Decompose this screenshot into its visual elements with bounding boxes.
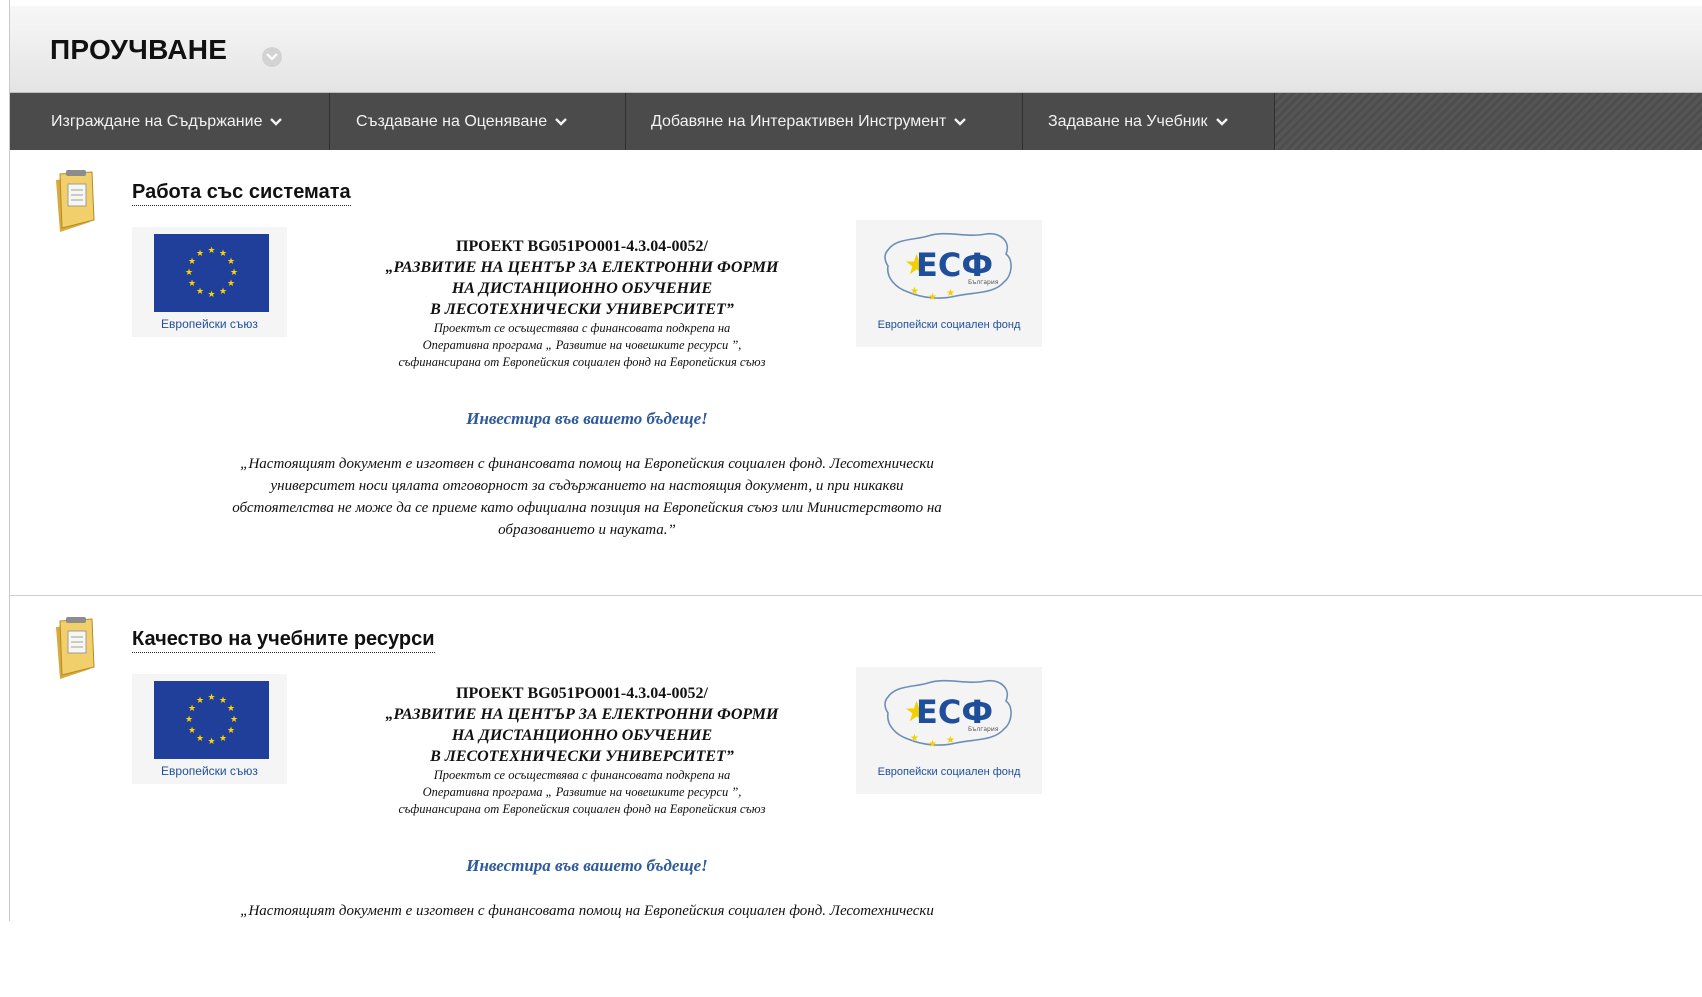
svg-text:★: ★	[196, 734, 204, 744]
chevron-down-icon	[1215, 113, 1228, 131]
create-assessment-menu[interactable]: Създаване на Оценяване	[330, 93, 626, 150]
project-code: ПРОЕКТ BG051PO001-4.3.04-0052/	[456, 685, 708, 702]
svg-text:★: ★	[188, 257, 196, 267]
svg-text:★: ★	[227, 279, 235, 289]
add-interactive-tool-menu[interactable]: Добавяне на Интерактивен Инструмент	[626, 93, 1023, 150]
svg-text:★: ★	[219, 287, 227, 297]
esf-label: Европейски социален фонд	[877, 766, 1021, 778]
svg-text:★: ★	[219, 696, 227, 706]
svg-text:★: ★	[910, 733, 919, 744]
disclaimer-line: обстоятелства не може да се приеме като …	[232, 500, 942, 516]
svg-text:★: ★	[910, 286, 919, 297]
svg-text:★: ★	[185, 715, 193, 725]
create-assessment-label: Създаване на Оценяване	[356, 112, 548, 130]
esf-logo: ★ ЕСФ България ★ ★ ★ Европейски социален…	[856, 220, 1042, 347]
support-line: Проектът се осъществява с финансовата по…	[433, 768, 731, 782]
svg-text:★: ★	[188, 704, 196, 714]
support-line: Проектът се осъществява с финансовата по…	[433, 321, 731, 335]
disclaimer-line: образованието и науката.”	[498, 522, 676, 538]
eu-label: Европейски съюз	[161, 317, 258, 331]
svg-text:★: ★	[185, 268, 193, 278]
disclaimer-line: университет носи цялата отговорност за с…	[270, 478, 904, 494]
page-title: ПРОУЧВАНЕ	[50, 34, 228, 65]
svg-text:★: ★	[207, 693, 215, 703]
project-name-line: „РАЗВИТИЕ НА ЦЕНТЪР ЗА ЕЛЕКТРОННИ ФОРМИ	[385, 259, 779, 276]
svg-text:★: ★	[188, 726, 196, 736]
disclaimer-line: „Настоящият документ е изготвен с финанс…	[240, 903, 934, 919]
folder-icon	[52, 170, 98, 236]
chevron-down-icon	[270, 113, 283, 131]
chevron-down-icon	[954, 113, 967, 131]
svg-text:★: ★	[196, 696, 204, 706]
build-content-label: Изграждане на Съдържание	[51, 112, 263, 130]
support-line: съфинансирана от Европейския социален фо…	[398, 802, 766, 816]
svg-text:★: ★	[946, 288, 955, 299]
esf-country: България	[968, 726, 999, 733]
content-item: Работа със системата ★ ★ ★ ★ ★ ★ ★ ★ ★ ★ ★ ★ Евр…	[10, 150, 1702, 596]
esf-map-icon: ★ ЕСФ България ★ ★ ★	[884, 232, 1012, 303]
action-bar: Изграждане на Съдържание Създаване на Оц…	[10, 93, 1702, 150]
item-title-link[interactable]: Работа със системата	[132, 181, 351, 206]
svg-text:★: ★	[230, 268, 238, 278]
support-line: Оперативна програма „ Развитие на човешк…	[422, 338, 742, 352]
svg-text:★: ★	[188, 279, 196, 289]
item-title-link[interactable]: Качество на учебните ресурси	[132, 628, 435, 653]
project-flyer: ★ ★ ★ ★ ★ ★ ★ ★ ★ ★ ★ ★ Европейски съюз ПРОЕКТ B…	[132, 667, 1042, 997]
svg-text:★: ★	[227, 704, 235, 714]
svg-text:★: ★	[207, 246, 215, 256]
disclaimer-text: „Настоящият документ е изготвен с финанс…	[132, 453, 1042, 541]
svg-text:★: ★	[219, 734, 227, 744]
disclaimer-line: „Настоящият документ е изготвен с финанс…	[240, 456, 934, 472]
svg-text:★: ★	[196, 287, 204, 297]
project-name-line: В ЛЕСОТЕХНИЧЕСКИ УНИВЕРСИТЕТ”	[430, 748, 734, 765]
esf-label: Европейски социален фонд	[877, 319, 1021, 331]
invest-slogan: Инвестира във вашето бъдеще!	[466, 409, 708, 428]
eu-label: Европейски съюз	[161, 764, 258, 778]
folder-icon	[52, 617, 98, 683]
invest-slogan: Инвестира във вашето бъдеще!	[466, 856, 708, 875]
chevron-down-icon	[555, 113, 567, 131]
svg-text:★: ★	[207, 737, 215, 747]
svg-text:★: ★	[207, 290, 215, 300]
project-name-line: В ЛЕСОТЕХНИЧЕСКИ УНИВЕРСИТЕТ”	[430, 301, 734, 318]
project-code: ПРОЕКТ BG051PO001-4.3.04-0052/	[456, 238, 708, 255]
eu-flag-icon: ★ ★ ★ ★ ★ ★ ★ ★ ★ ★ ★ ★	[154, 234, 269, 312]
item-divider	[10, 595, 1702, 596]
svg-text:★: ★	[219, 249, 227, 259]
disclaimer-text: „Настоящият документ е изготвен с финанс…	[132, 900, 1042, 922]
add-interactive-tool-label: Добавяне на Интерактивен Инструмент	[651, 112, 947, 130]
project-flyer: ★ ★ ★ ★ ★ ★ ★ ★ ★ ★ ★ ★ Европейски съюз ПРОЕКТ B…	[132, 220, 1042, 550]
content-item: Качество на учебните ресурси ★ ★ ★ ★ ★ ★ ★ ★ ★…	[10, 597, 1702, 921]
build-content-menu[interactable]: Изграждане на Съдържание	[10, 93, 330, 150]
project-name-line: „РАЗВИТИЕ НА ЦЕНТЪР ЗА ЕЛЕКТРОННИ ФОРМИ	[385, 706, 779, 723]
page-header: ПРОУЧВАНЕ	[10, 6, 1702, 93]
project-text: ПРОЕКТ BG051PO001-4.3.04-0052/ „РАЗВИТИЕ…	[332, 236, 832, 371]
svg-text:★: ★	[230, 715, 238, 725]
svg-text:★: ★	[196, 249, 204, 259]
assign-textbook-label: Задаване на Учебник	[1048, 112, 1208, 130]
svg-text:★: ★	[928, 739, 937, 750]
title-options-chevron-icon[interactable]	[262, 47, 282, 67]
esf-country: България	[968, 279, 999, 286]
svg-text:★: ★	[946, 735, 955, 746]
project-name-line: НА ДИСТАНЦИОННО ОБУЧЕНИЕ	[451, 280, 713, 297]
support-line: съфинансирана от Европейския социален фо…	[398, 355, 766, 369]
eu-logo: ★ ★ ★ ★ ★ ★ ★ ★ ★ ★ ★ ★ Европейски съюз	[132, 674, 287, 784]
eu-logo: ★ ★ ★ ★ ★ ★ ★ ★ ★ ★ ★ ★ Европейски съюз	[132, 227, 287, 337]
esf-logo: ★ ЕСФ България ★ ★ ★ Европейски социален…	[856, 667, 1042, 794]
esf-map-icon: ★ ЕСФ България ★ ★ ★	[884, 679, 1012, 750]
support-line: Оперативна програма „ Развитие на човешк…	[422, 785, 742, 799]
svg-text:★: ★	[227, 726, 235, 736]
project-text: ПРОЕКТ BG051PO001-4.3.04-0052/ „РАЗВИТИЕ…	[332, 683, 832, 818]
project-name-line: НА ДИСТАНЦИОННО ОБУЧЕНИЕ	[451, 727, 713, 744]
svg-text:★: ★	[227, 257, 235, 267]
eu-flag-icon: ★ ★ ★ ★ ★ ★ ★ ★ ★ ★ ★ ★	[154, 681, 269, 759]
svg-text:★: ★	[928, 292, 937, 303]
assign-textbook-menu[interactable]: Задаване на Учебник	[1023, 93, 1275, 150]
